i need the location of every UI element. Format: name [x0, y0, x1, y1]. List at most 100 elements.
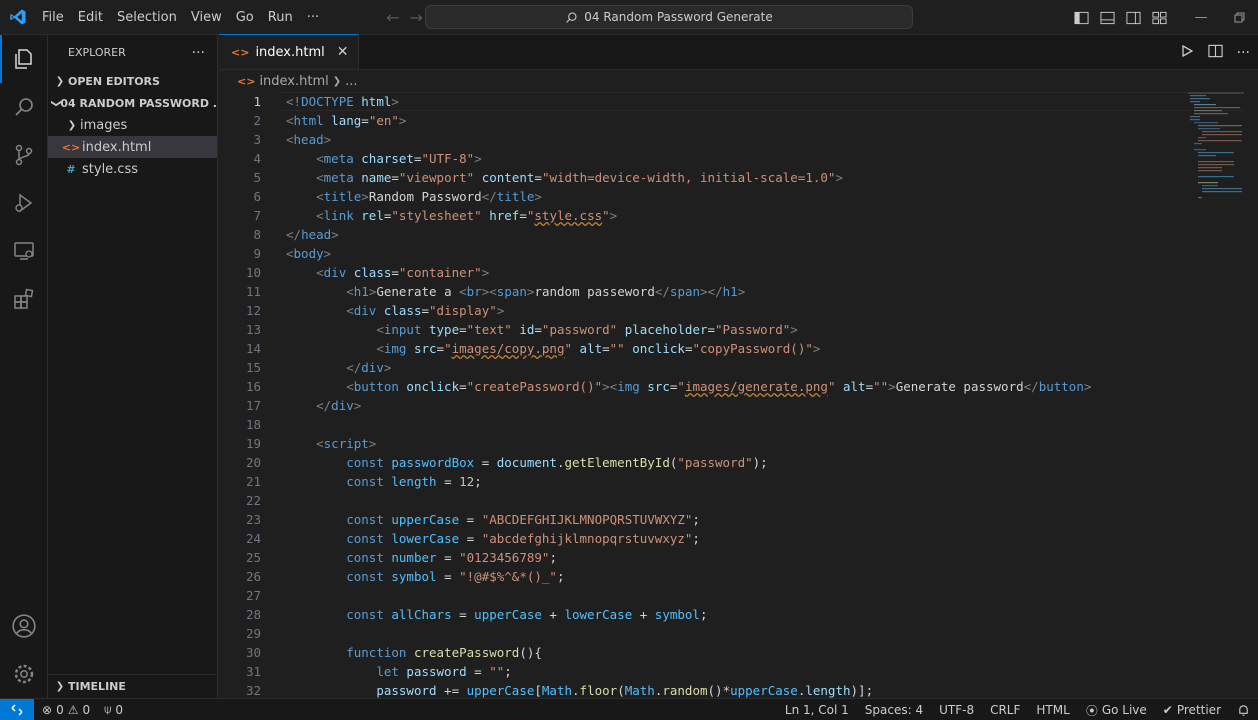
- code-line[interactable]: 20 const passwordBox = document.getEleme…: [219, 453, 1258, 472]
- code-line[interactable]: 17 </div>: [219, 396, 1258, 415]
- code-editor[interactable]: 1 <!DOCTYPE html> 2 <html lang="en"> 3 <head>…: [219, 92, 1258, 698]
- code-line[interactable]: 29: [219, 624, 1258, 643]
- toggle-primary-sidebar-icon[interactable]: [1068, 0, 1094, 35]
- code-line[interactable]: 15 </div>: [219, 358, 1258, 377]
- code-token: images/copy.png: [451, 341, 565, 356]
- prettier-button[interactable]: ✔ Prettier: [1163, 703, 1221, 717]
- code-token: lowerCase: [564, 607, 633, 622]
- code-line[interactable]: 28 const allChars = upperCase + lowerCas…: [219, 605, 1258, 624]
- code-line[interactable]: 30 function createPassword(){: [219, 643, 1258, 662]
- code-line[interactable]: 13 <input type="text" id="password" plac…: [219, 320, 1258, 339]
- code-text: <!DOCTYPE html>: [286, 94, 399, 109]
- menu-run[interactable]: Run: [261, 0, 300, 35]
- code-token: >: [398, 113, 407, 128]
- code-line[interactable]: 24 const lowerCase = "abcdefghijklmnopqr…: [219, 529, 1258, 548]
- command-center-search[interactable]: 04 Random Password Generate: [425, 5, 913, 29]
- ports-indicator[interactable]: ⍦ 0: [104, 702, 123, 717]
- code-line[interactable]: 16 <button onclick="createPassword()"><i…: [219, 377, 1258, 396]
- tree-item-images[interactable]: ❯ images: [48, 114, 217, 136]
- code-token: html: [293, 113, 324, 128]
- indentation[interactable]: Spaces: 4: [865, 703, 923, 717]
- code-line[interactable]: 11 <h1>Generate a <br><span>random passe…: [219, 282, 1258, 301]
- code-line[interactable]: 10 <div class="container">: [219, 263, 1258, 282]
- code-line[interactable]: 27: [219, 586, 1258, 605]
- go-live-button[interactable]: ⦿ Go Live: [1086, 702, 1147, 719]
- code-line[interactable]: 8 </head>: [219, 225, 1258, 244]
- code-line[interactable]: 5 <meta name="viewport" content="width=d…: [219, 168, 1258, 187]
- tree-item-style-css[interactable]: # style.css: [48, 158, 217, 180]
- problems-indicator[interactable]: ⊗ 0 ⚠ 0: [42, 703, 90, 717]
- code-line[interactable]: 22: [219, 491, 1258, 510]
- run-debug-icon[interactable]: [0, 179, 48, 227]
- code-line[interactable]: 21 const length = 12;: [219, 472, 1258, 491]
- open-editors-section[interactable]: ❯ OPEN EDITORS: [48, 70, 217, 92]
- code-line[interactable]: 23 const upperCase = "ABCDEFGHIJKLMNOPQR…: [219, 510, 1258, 529]
- code-token: ;: [549, 550, 557, 565]
- toggle-panel-icon[interactable]: [1094, 0, 1120, 35]
- customize-layout-icon[interactable]: [1146, 0, 1172, 35]
- close-icon[interactable]: ✕: [337, 44, 349, 60]
- workspace-folder-section[interactable]: ❯ 04 RANDOM PASSWORD ...: [48, 92, 217, 114]
- restore-icon[interactable]: [1220, 0, 1258, 35]
- code-token: <: [376, 341, 384, 356]
- code-line[interactable]: 7 <link rel="stylesheet" href="style.css…: [219, 206, 1258, 225]
- code-line[interactable]: 19 <script>: [219, 434, 1258, 453]
- menu-view[interactable]: View: [184, 0, 229, 35]
- encoding[interactable]: UTF-8: [939, 703, 974, 717]
- tab-index-html[interactable]: <> index.html ✕: [219, 34, 360, 69]
- code-line[interactable]: 1 <!DOCTYPE html>: [219, 92, 1258, 111]
- accounts-icon[interactable]: [0, 602, 48, 650]
- language-mode[interactable]: HTML: [1036, 703, 1069, 717]
- toggle-secondary-sidebar-icon[interactable]: [1120, 0, 1146, 35]
- code-token: type: [421, 322, 460, 337]
- tree-item-index-html[interactable]: <> index.html: [48, 136, 217, 158]
- code-line[interactable]: 3 <head>: [219, 130, 1258, 149]
- explorer-icon[interactable]: [0, 35, 48, 83]
- source-control-icon[interactable]: [0, 131, 48, 179]
- minimap[interactable]: [1188, 92, 1244, 212]
- remote-explorer-icon[interactable]: [0, 227, 48, 275]
- explorer-more-button[interactable]: ···: [192, 45, 205, 61]
- code-line[interactable]: 25 const number = "0123456789";: [219, 548, 1258, 567]
- code-token: ;: [692, 531, 700, 546]
- remote-indicator-icon[interactable]: [0, 698, 34, 720]
- menu-edit[interactable]: Edit: [71, 0, 110, 35]
- code-text: <title>Random Password</title>: [286, 189, 542, 204]
- code-token: <: [346, 379, 354, 394]
- notifications-icon[interactable]: [1237, 704, 1250, 717]
- code-line[interactable]: 31 let password = "";: [219, 662, 1258, 681]
- code-token: .: [572, 683, 580, 698]
- menu-selection[interactable]: Selection: [110, 0, 184, 35]
- title-right-controls: —: [1068, 0, 1258, 35]
- code-line[interactable]: 26 const symbol = "!@#$%^&*()_";: [219, 567, 1258, 586]
- more-actions-icon[interactable]: ···: [1237, 45, 1250, 61]
- menu-file[interactable]: File: [35, 0, 71, 35]
- timeline-section[interactable]: ❯ TIMELINE: [48, 674, 218, 698]
- cursor-position[interactable]: Ln 1, Col 1: [785, 703, 849, 717]
- code-line[interactable]: 12 <div class="display">: [219, 301, 1258, 320]
- code-line[interactable]: 32 password += upperCase[Math.floor(Math…: [219, 681, 1258, 698]
- run-icon[interactable]: [1180, 44, 1194, 62]
- extensions-icon[interactable]: [0, 275, 48, 323]
- search-icon[interactable]: [0, 83, 48, 131]
- code-line[interactable]: 2 <html lang="en">: [219, 111, 1258, 130]
- code-line[interactable]: 18: [219, 415, 1258, 434]
- minimize-icon[interactable]: —: [1182, 0, 1220, 35]
- menu-more[interactable]: ···: [300, 0, 326, 35]
- breadcrumb-file[interactable]: index.html: [259, 74, 328, 89]
- code-token: <: [286, 113, 294, 128]
- code-token: </: [1023, 379, 1039, 394]
- code-line[interactable]: 6 <title>Random Password</title>: [219, 187, 1258, 206]
- code-token: "": [489, 664, 505, 679]
- split-editor-icon[interactable]: [1208, 44, 1223, 62]
- breadcrumb-more[interactable]: ...: [345, 74, 357, 89]
- code-line[interactable]: 14 <img src="images/copy.png" alt="" onc…: [219, 339, 1258, 358]
- gear-icon[interactable]: [0, 650, 48, 698]
- code-token: >: [481, 265, 490, 280]
- code-line[interactable]: 9 <body>: [219, 244, 1258, 263]
- line-endings[interactable]: CRLF: [990, 703, 1020, 717]
- menu-go[interactable]: Go: [229, 0, 261, 35]
- forward-arrow-icon[interactable]: →: [410, 8, 423, 27]
- code-line[interactable]: 4 <meta charset="UTF-8">: [219, 149, 1258, 168]
- back-arrow-icon[interactable]: ←: [386, 8, 399, 27]
